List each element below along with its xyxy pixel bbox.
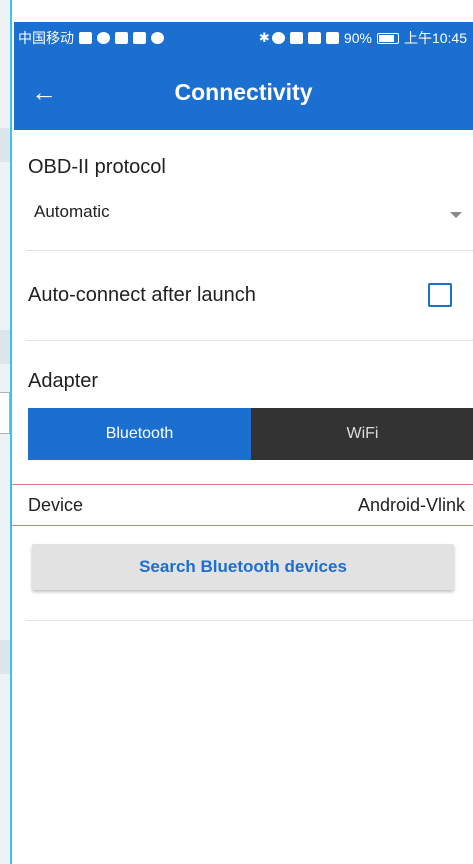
auto-connect-checkbox[interactable] [428, 283, 452, 307]
divider [26, 340, 473, 341]
protocol-label: OBD-II protocol [28, 156, 166, 178]
camera-icon [151, 32, 164, 44]
app-icon [115, 32, 128, 44]
status-right: ✱ 90% 上午10:45 [259, 28, 467, 48]
dropdown-arrow-icon [450, 212, 462, 218]
device-label: Device [28, 494, 84, 515]
alarm-icon [271, 32, 285, 44]
frame-mark [0, 128, 10, 162]
adapter-segmented-control: Bluetooth WiFi [28, 408, 473, 460]
signal-icon [325, 32, 339, 44]
status-left: 中国移动 [18, 28, 164, 48]
status-bar: 中国移动 ✱ 90% 上午10:45 [14, 22, 473, 54]
hd-icon [289, 32, 303, 44]
page-title: Connectivity [174, 78, 313, 105]
bluetooth-icon: ✱ [258, 30, 270, 45]
adapter-label: Adapter [28, 370, 99, 392]
news-app-icon [79, 32, 92, 44]
wifi-tab[interactable]: WiFi [251, 408, 473, 460]
wifi-icon [307, 32, 321, 44]
search-bluetooth-button[interactable]: Search Bluetooth devices [32, 544, 454, 590]
frame-mark [0, 392, 10, 434]
frame-mark [0, 330, 10, 364]
carrier-label: 中国移动 [18, 30, 74, 46]
phone-screen: 中国移动 ✱ 90% 上午10:45 ← Connectivity OBD-II… [11, 22, 473, 864]
battery-percent: 90% [343, 30, 372, 46]
mail-icon [133, 32, 146, 44]
protocol-dropdown[interactable]: Automatic [28, 194, 468, 236]
auto-connect-label: Auto-connect after launch [28, 284, 256, 306]
divider [26, 250, 473, 251]
chat-icon [97, 32, 110, 44]
battery-icon [376, 32, 399, 44]
frame-edge [0, 0, 12, 864]
clock: 上午10:45 [403, 30, 467, 46]
device-value: Android-Vlink [357, 494, 465, 515]
frame-mark [0, 640, 10, 674]
protocol-value: Automatic [34, 202, 110, 221]
divider [26, 620, 473, 621]
bluetooth-tab[interactable]: Bluetooth [28, 408, 251, 460]
device-row[interactable]: Device Android-Vlink [11, 484, 473, 526]
app-bar: ← Connectivity [14, 54, 473, 130]
top-strip [12, 0, 473, 22]
back-arrow-icon[interactable]: ← [14, 54, 74, 130]
